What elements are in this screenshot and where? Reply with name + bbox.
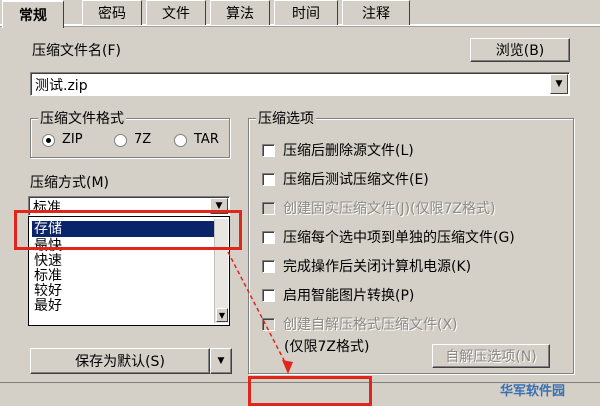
format-7z-radio[interactable] (114, 134, 127, 147)
chevron-down-icon[interactable]: ▼ (550, 74, 568, 94)
method-option-good[interactable]: 较好 (32, 283, 226, 299)
option-label: 创建固实压缩文件(J)(仅限7Z格式) (283, 201, 496, 217)
checkbox-delete-source[interactable] (262, 143, 275, 157)
tab-algorithm[interactable]: 算法 (210, 0, 270, 25)
method-option-normal[interactable]: 标准 (32, 268, 226, 284)
option-label: 压缩后测试压缩文件(E) (283, 172, 429, 188)
sfx-note: (仅限7Z格式) (284, 339, 370, 355)
tab-time[interactable]: 时间 (274, 0, 338, 25)
option-smart-image[interactable]: 启用智能图片转换(P) (262, 284, 414, 306)
save-default-button[interactable]: 保存为默认(S) (30, 348, 210, 374)
option-separate-archives[interactable]: 压缩每个选中项到单独的压缩文件(G) (262, 226, 515, 248)
format-tar-radio[interactable] (174, 134, 187, 147)
archive-name-combobox[interactable]: 测试.zip ▼ (30, 72, 570, 96)
tab-comment[interactable]: 注释 (342, 0, 410, 25)
save-default-dropdown-icon[interactable]: ▼ (210, 348, 232, 374)
watermark-text: 华军软件园 (500, 384, 566, 399)
annotation-box-ok-button (248, 376, 372, 406)
method-option-fast[interactable]: 快速 (32, 253, 226, 269)
tab-password[interactable]: 密码 (82, 0, 142, 25)
option-sfx: 创建自解压格式压缩文件(X) (262, 313, 458, 335)
archive-name-label: 压缩文件名(F) (32, 43, 121, 59)
checkbox-solid-archive (262, 201, 275, 215)
annotation-box-option (14, 210, 242, 250)
sfx-options-button: 自解压选项(N) (432, 344, 550, 368)
format-zip-radio[interactable] (42, 134, 55, 147)
option-label: 压缩后删除源文件(L) (283, 143, 414, 159)
archive-name-value: 测试.zip (35, 78, 88, 94)
checkbox-test-archive[interactable] (262, 172, 275, 186)
option-label: 启用智能图片转换(P) (283, 288, 415, 304)
tab-files[interactable]: 文件 (146, 0, 206, 25)
option-test-archive[interactable]: 压缩后测试压缩文件(E) (262, 168, 429, 190)
format-group-title: 压缩文件格式 (38, 108, 126, 128)
option-label: 完成操作后关闭计算机电源(K) (283, 259, 472, 275)
option-shutdown[interactable]: 完成操作后关闭计算机电源(K) (262, 255, 471, 277)
browse-button[interactable]: 浏览(B) (470, 38, 570, 62)
checkbox-separate-archives[interactable] (262, 230, 275, 244)
checkbox-smart-image[interactable] (262, 288, 275, 302)
format-tar-label: TAR (194, 132, 219, 147)
compress-options-title: 压缩选项 (256, 108, 316, 128)
checkbox-shutdown[interactable] (262, 259, 275, 273)
method-option-best[interactable]: 最好 (32, 298, 226, 314)
format-zip-label: ZIP (62, 132, 83, 147)
format-7z-label: 7Z (134, 132, 152, 147)
scroll-down-icon[interactable]: ▼ (216, 308, 228, 322)
method-label: 压缩方式(M) (30, 175, 110, 191)
option-label: 压缩每个选中项到单独的压缩文件(G) (283, 230, 515, 246)
tab-general[interactable]: 常规 (2, 0, 64, 28)
option-delete-source[interactable]: 压缩后删除源文件(L) (262, 139, 414, 161)
option-label: 创建自解压格式压缩文件(X) (283, 317, 458, 333)
checkbox-sfx (262, 317, 275, 331)
option-solid-archive: 创建固实压缩文件(J)(仅限7Z格式) (262, 197, 495, 219)
